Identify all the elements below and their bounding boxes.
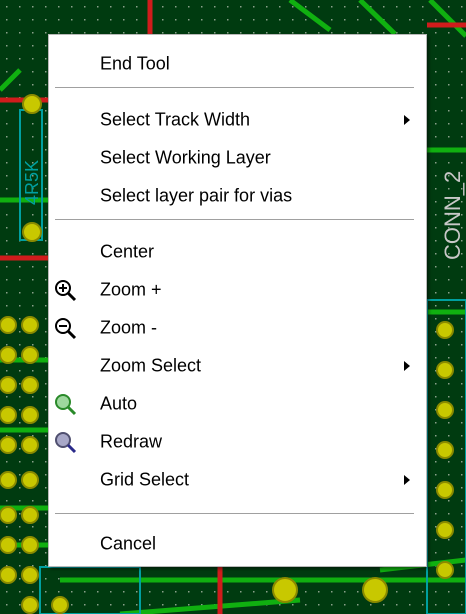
menu-item-label: Grid Select xyxy=(100,469,190,490)
menu-item-label: Auto xyxy=(100,393,138,414)
menu-item-label: End Tool xyxy=(100,53,170,74)
menu-item-cancel[interactable]: Cancel xyxy=(49,527,426,561)
context-menu: End Tool Select Track Width Select Worki… xyxy=(48,34,427,567)
menu-item-redraw[interactable]: Redraw xyxy=(49,425,426,459)
menu-item-grid-select[interactable]: Grid Select xyxy=(49,463,426,497)
menu-item-label: Select Working Layer xyxy=(100,147,271,168)
menu-item-select-track-width[interactable]: Select Track Width xyxy=(49,103,426,137)
submenu-arrow-icon xyxy=(404,115,410,125)
menu-item-label: Select layer pair for vias xyxy=(100,185,293,206)
menu-item-label: Redraw xyxy=(100,431,163,452)
menu-item-end-tool[interactable]: End Tool xyxy=(49,47,426,81)
menu-item-select-working-layer[interactable]: Select Working Layer xyxy=(49,141,426,175)
connector-label: CONN_2 xyxy=(440,171,465,260)
menu-item-label: Select Track Width xyxy=(100,109,251,130)
menu-separator xyxy=(55,219,414,221)
submenu-arrow-icon xyxy=(404,361,410,371)
menu-item-zoom-select[interactable]: Zoom Select xyxy=(49,349,426,383)
zoom-out-icon xyxy=(55,318,77,340)
zoom-auto-icon xyxy=(55,394,77,416)
menu-item-label: Cancel xyxy=(100,533,157,554)
menu-separator xyxy=(55,87,414,89)
menu-item-label: Zoom - xyxy=(100,317,158,338)
zoom-in-icon xyxy=(55,280,77,302)
menu-item-label: Zoom Select xyxy=(100,355,202,376)
submenu-arrow-icon xyxy=(404,475,410,485)
menu-separator xyxy=(55,513,414,515)
menu-item-center[interactable]: Center xyxy=(49,235,426,269)
menu-item-label: Zoom + xyxy=(100,279,162,300)
menu-item-zoom-in[interactable]: Zoom + xyxy=(49,273,426,307)
component-ref-label: 4R5K xyxy=(22,160,42,205)
menu-item-auto[interactable]: Auto xyxy=(49,387,426,421)
menu-item-select-layer-pair[interactable]: Select layer pair for vias xyxy=(49,179,426,213)
menu-item-label: Center xyxy=(100,241,155,262)
redraw-icon xyxy=(55,432,77,454)
menu-item-zoom-out[interactable]: Zoom - xyxy=(49,311,426,345)
